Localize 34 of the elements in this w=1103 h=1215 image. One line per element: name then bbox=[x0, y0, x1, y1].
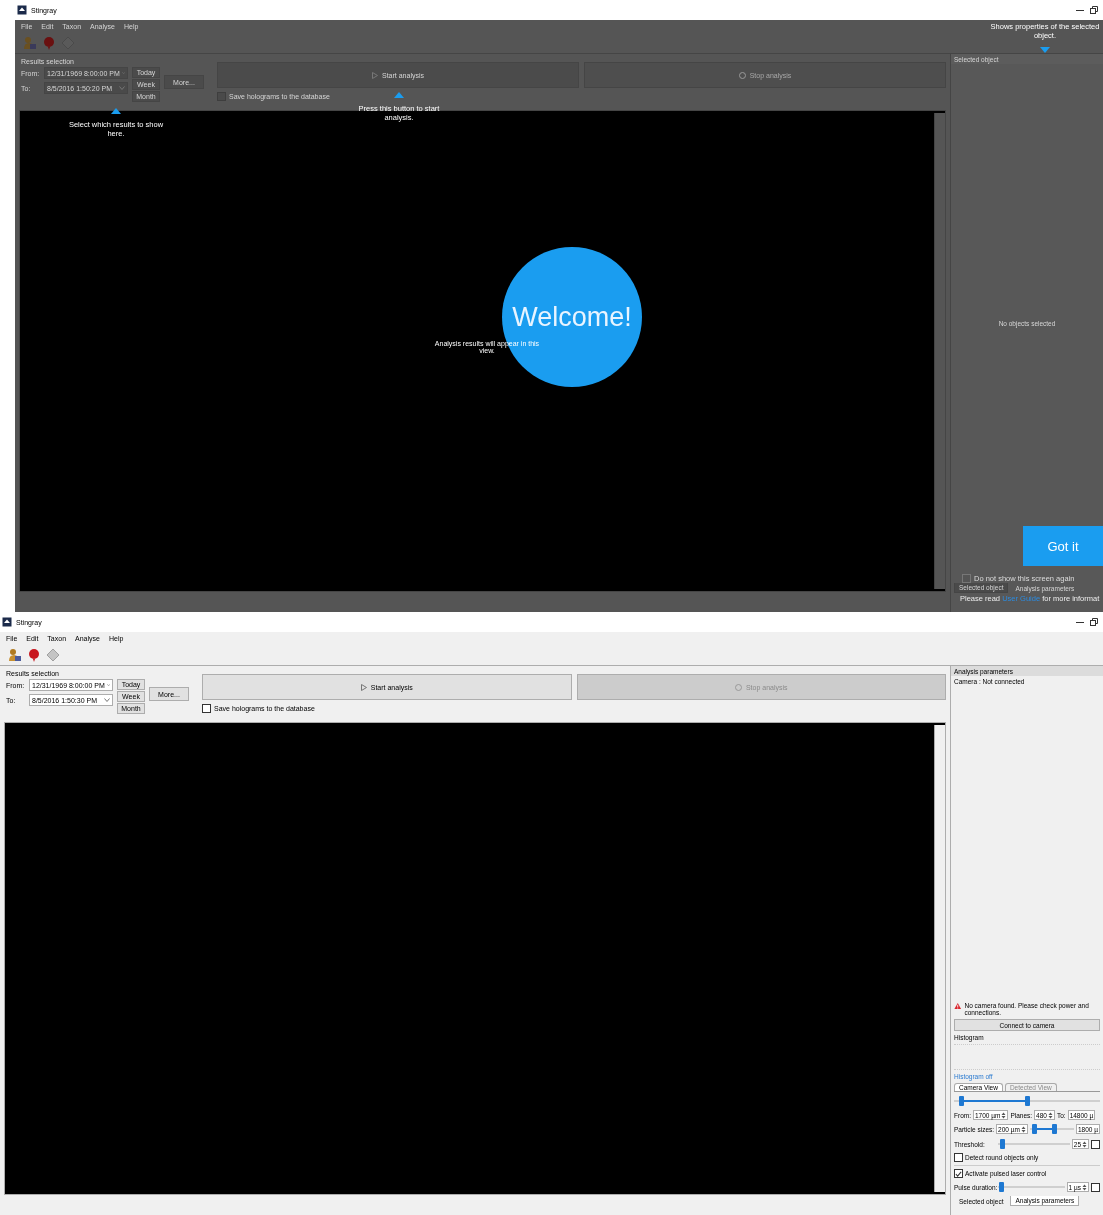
dropdown-icon bbox=[104, 698, 110, 702]
slider-thumb[interactable] bbox=[1052, 1124, 1058, 1134]
slider-thumb[interactable] bbox=[999, 1139, 1005, 1149]
checkbox[interactable] bbox=[962, 574, 971, 583]
checkbox[interactable] bbox=[1091, 1139, 1100, 1149]
stop-icon bbox=[738, 71, 746, 79]
slider-thumb[interactable] bbox=[1025, 1096, 1030, 1106]
people-icon[interactable] bbox=[8, 647, 22, 662]
slider-thumb[interactable] bbox=[959, 1096, 965, 1106]
slider-thumb[interactable] bbox=[1032, 1124, 1038, 1134]
checkbox[interactable] bbox=[1091, 1182, 1100, 1192]
dropdown-icon bbox=[106, 683, 110, 687]
checkbox[interactable] bbox=[202, 704, 211, 713]
stop-icon bbox=[734, 683, 742, 691]
restore-icon[interactable] bbox=[1089, 617, 1099, 627]
checkbox[interactable] bbox=[954, 1169, 963, 1178]
pointer-triangle-icon bbox=[111, 108, 121, 114]
checkbox[interactable] bbox=[954, 1153, 963, 1162]
warning-icon bbox=[954, 1002, 962, 1010]
spinner-icon bbox=[1082, 1183, 1087, 1191]
scrollbar[interactable] bbox=[934, 725, 945, 1192]
record-icon[interactable] bbox=[27, 647, 41, 662]
spinner-icon bbox=[1001, 1111, 1007, 1119]
spinner-icon bbox=[1082, 1140, 1087, 1148]
spinner-icon bbox=[1047, 1111, 1053, 1119]
restore-icon[interactable] bbox=[1089, 5, 1099, 15]
slider-thumb[interactable] bbox=[999, 1182, 1005, 1192]
diamond-icon[interactable] bbox=[46, 647, 60, 662]
scrollbar[interactable] bbox=[934, 113, 945, 589]
spinner-icon bbox=[1020, 1125, 1026, 1133]
play-icon bbox=[360, 683, 367, 691]
play-icon bbox=[372, 71, 378, 79]
pointer-triangle-icon bbox=[1040, 46, 1050, 53]
pointer-triangle-icon bbox=[394, 92, 404, 98]
